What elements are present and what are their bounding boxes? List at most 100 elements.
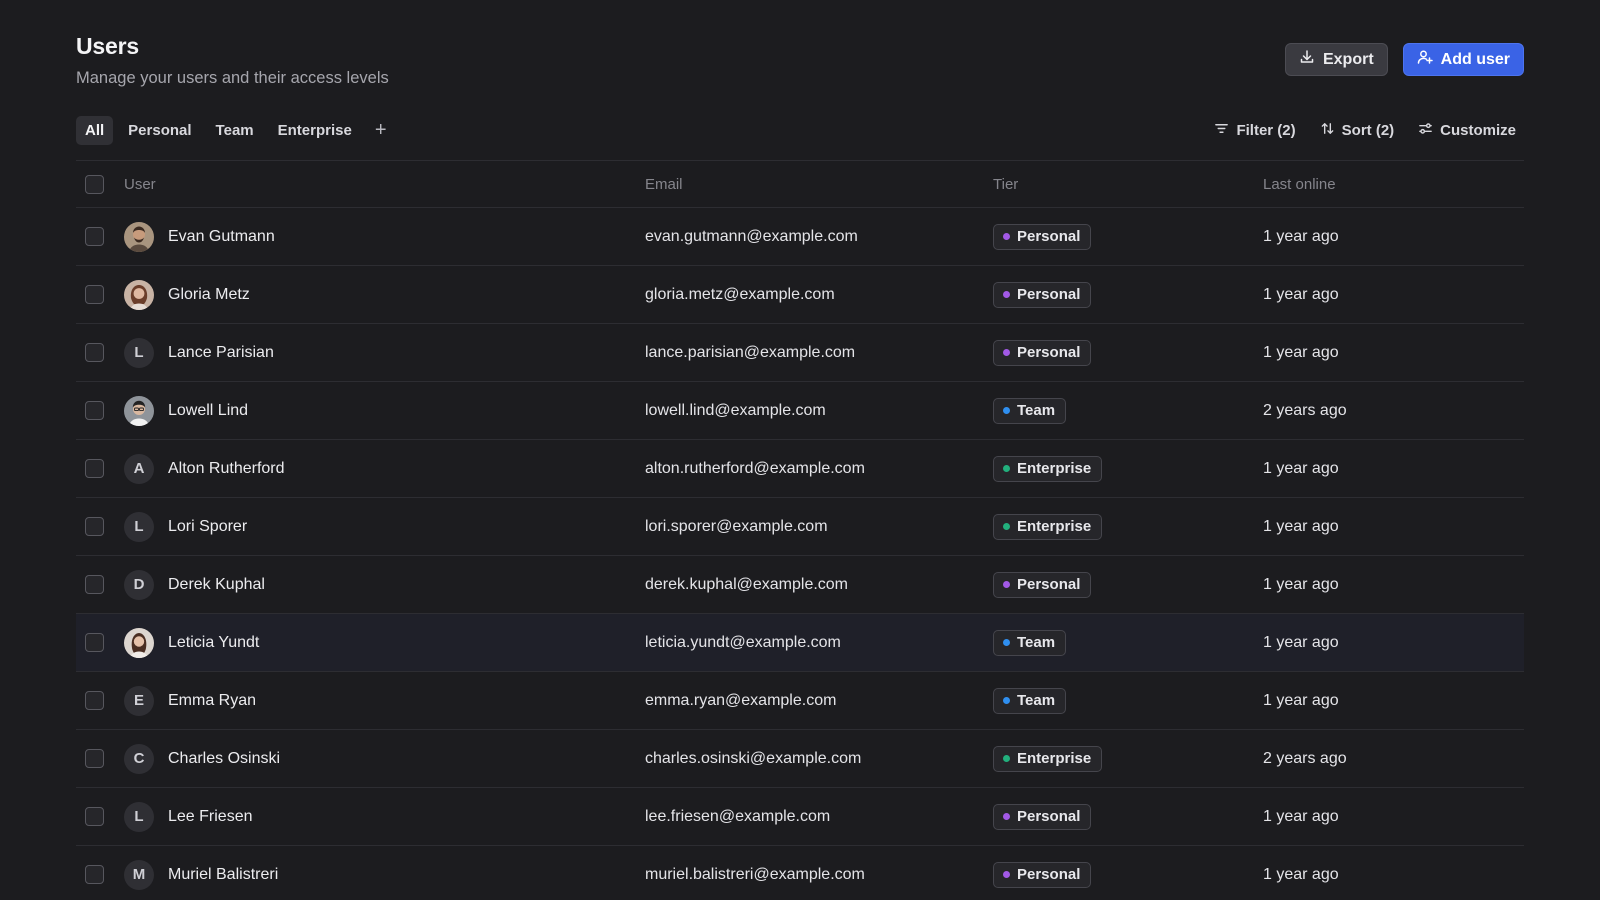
last-online-cell: 1 year ago	[1263, 344, 1524, 362]
sort-button[interactable]: Sort (2)	[1312, 116, 1403, 145]
avatar-initial: M	[132, 866, 146, 883]
user-photo-icon	[124, 627, 154, 658]
tier-badge: Personal	[993, 571, 1092, 598]
tier-badge: Personal	[993, 861, 1092, 888]
tier-label: Enterprise	[1017, 750, 1092, 767]
tab-personal[interactable]: Personal	[119, 116, 200, 145]
user-name: Evan Gutmann	[168, 227, 275, 245]
last-online-cell: 1 year ago	[1263, 634, 1524, 652]
last-online-cell: 1 year ago	[1263, 808, 1524, 826]
row-checkbox[interactable]	[85, 749, 104, 768]
avatar: M	[124, 859, 154, 890]
column-header-email[interactable]: Email	[645, 176, 993, 193]
tier-dot-icon	[1003, 639, 1010, 646]
tier-badge: Personal	[993, 803, 1092, 830]
export-label: Export	[1322, 50, 1374, 68]
row-checkbox[interactable]	[85, 691, 104, 710]
add-user-button[interactable]: Add user	[1402, 43, 1524, 76]
download-icon	[1299, 49, 1315, 70]
row-checkbox[interactable]	[85, 227, 104, 246]
tier-badge: Personal	[993, 339, 1092, 366]
filter-button[interactable]: Filter (2)	[1206, 116, 1303, 145]
user-name: Alton Rutherford	[168, 459, 285, 477]
table-row[interactable]: Evan Gutmann evan.gutmann@example.com Pers…	[76, 208, 1524, 266]
tier-badge: Personal	[993, 281, 1092, 308]
email-cell: charles.osinski@example.com	[645, 750, 993, 768]
sliders-icon	[1418, 121, 1433, 140]
row-checkbox[interactable]	[85, 285, 104, 304]
column-header-tier[interactable]: Tier	[993, 176, 1263, 193]
user-email: lance.parisian@example.com	[645, 343, 856, 361]
last-online-cell: 1 year ago	[1263, 866, 1524, 884]
row-checkbox[interactable]	[85, 575, 104, 594]
user-name: Lori Sporer	[168, 517, 248, 535]
customize-button[interactable]: Customize	[1410, 116, 1524, 145]
tab-all[interactable]: All	[76, 116, 114, 145]
table-row[interactable]: C Charles Osinski charles.osinski@example.…	[76, 730, 1524, 788]
table-row[interactable]: L Lance Parisian lance.parisian@example.co…	[76, 324, 1524, 382]
table-row[interactable]: L Lee Friesen lee.friesen@example.com Perso…	[76, 788, 1524, 846]
tier-cell: Personal	[993, 223, 1263, 250]
last-online: 1 year ago	[1263, 575, 1339, 593]
row-checkbox-cell	[76, 343, 124, 362]
table-row[interactable]: Gloria Metz gloria.metz@example.com Person…	[76, 266, 1524, 324]
user-email: lori.sporer@example.com	[645, 517, 828, 535]
last-online: 1 year ago	[1263, 691, 1339, 709]
table-row[interactable]: E Emma Ryan emma.ryan@example.com Team 1 yea…	[76, 672, 1524, 730]
table-row[interactable]: A Alton Rutherford alton.rutherford@exampl…	[76, 440, 1524, 498]
row-checkbox[interactable]	[85, 517, 104, 536]
row-checkbox[interactable]	[85, 865, 104, 884]
last-online-cell: 1 year ago	[1263, 460, 1524, 478]
table-row[interactable]: Lowell Lind lowell.lind@example.com Team 2 …	[76, 382, 1524, 440]
tier-label: Personal	[1017, 576, 1081, 593]
select-all-checkbox[interactable]	[85, 174, 104, 194]
avatar-initial: E	[133, 692, 144, 709]
avatar: A	[124, 453, 154, 484]
tier-cell: Personal	[993, 339, 1263, 366]
row-checkbox-cell	[76, 227, 124, 246]
row-checkbox-cell	[76, 285, 124, 304]
tier-label: Enterprise	[1017, 518, 1092, 535]
avatar-initial: L	[134, 518, 144, 535]
tab-enterprise[interactable]: Enterprise	[269, 116, 361, 145]
export-button[interactable]: Export	[1284, 43, 1388, 76]
tier-dot-icon	[1003, 233, 1010, 240]
email-cell: lori.sporer@example.com	[645, 518, 993, 536]
tab-team[interactable]: Team	[207, 116, 263, 145]
user-name: Emma Ryan	[168, 691, 257, 709]
row-checkbox-cell	[76, 691, 124, 710]
tier-cell: Enterprise	[993, 455, 1263, 482]
column-header-user[interactable]: User	[124, 176, 645, 193]
last-online-cell: 1 year ago	[1263, 228, 1524, 246]
row-checkbox[interactable]	[85, 807, 104, 826]
last-online-cell: 2 years ago	[1263, 750, 1524, 768]
user-email: gloria.metz@example.com	[645, 285, 835, 303]
last-online: 1 year ago	[1263, 633, 1339, 651]
last-online: 1 year ago	[1263, 865, 1339, 883]
column-header-last-online[interactable]: Last online	[1263, 176, 1524, 193]
table-row[interactable]: D Derek Kuphal derek.kuphal@example.com Per…	[76, 556, 1524, 614]
tier-label: Personal	[1017, 808, 1081, 825]
users-page: Users Manage your users and their access…	[0, 0, 1600, 900]
user-photo-icon	[124, 279, 154, 310]
user-name: Leticia Yundt	[168, 633, 260, 651]
row-checkbox-cell	[76, 575, 124, 594]
table-row[interactable]: M Muriel Balistreri muriel.balistreri@exam…	[76, 846, 1524, 900]
row-checkbox[interactable]	[85, 633, 104, 652]
table-row[interactable]: L Lori Sporer lori.sporer@example.com Enter…	[76, 498, 1524, 556]
tier-cell: Team	[993, 687, 1263, 714]
email-cell: derek.kuphal@example.com	[645, 576, 993, 594]
tier-badge: Enterprise	[993, 745, 1103, 772]
last-online-cell: 1 year ago	[1263, 518, 1524, 536]
table-row[interactable]: Leticia Yundt leticia.yundt@example.com Te…	[76, 614, 1524, 672]
tier-label: Personal	[1017, 866, 1081, 883]
add-tab-button[interactable]: +	[367, 116, 395, 145]
row-checkbox[interactable]	[85, 401, 104, 420]
add-user-label: Add user	[1440, 50, 1510, 68]
row-checkbox[interactable]	[85, 459, 104, 478]
page-subtitle: Manage your users and their access level…	[76, 69, 389, 87]
tier-dot-icon	[1003, 581, 1010, 588]
user-cell: L Lee Friesen	[124, 801, 645, 832]
row-checkbox[interactable]	[85, 343, 104, 362]
page-header: Users Manage your users and their access…	[76, 33, 389, 88]
